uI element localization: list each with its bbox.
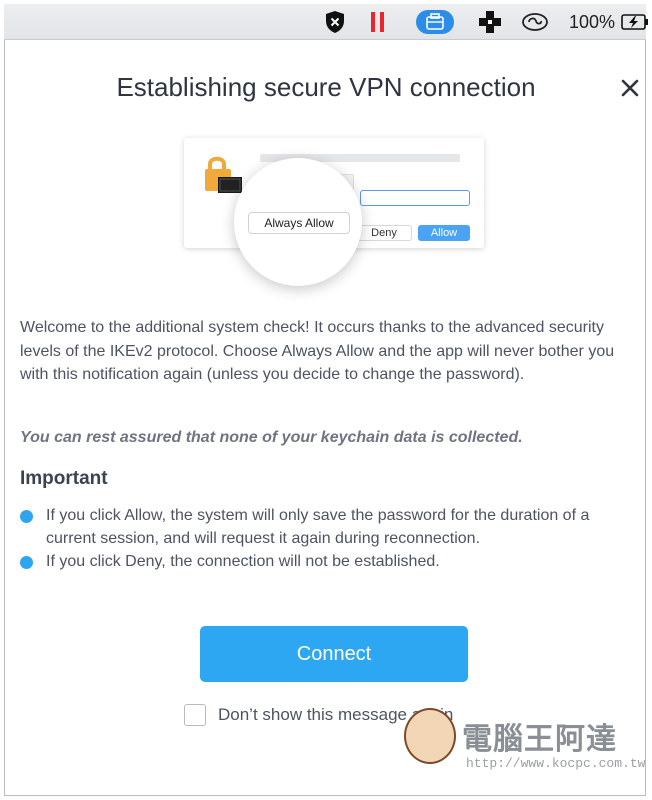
list-item: If you click Allow, the system will only… xyxy=(20,504,620,550)
bullet-text: If you click Allow, the system will only… xyxy=(46,507,590,547)
important-list: If you click Allow, the system will only… xyxy=(20,504,620,573)
site-watermark: 電腦王阿達 http://www.kocpc.com.tw xyxy=(404,706,646,776)
shield-icon[interactable] xyxy=(318,4,352,40)
illustration-allow-button: Allow xyxy=(418,225,470,241)
illustration-always-allow-button: Always Allow xyxy=(248,212,350,234)
assurance-text: You can rest assured that none of your k… xyxy=(20,429,523,446)
cloud-sync-icon[interactable] xyxy=(518,4,552,40)
close-icon[interactable] xyxy=(612,70,648,106)
illustration-deny-button: Deny xyxy=(356,225,412,241)
watermark-url: http://www.kocpc.com.tw xyxy=(466,756,646,771)
watermark-text: 電腦王阿達 xyxy=(462,722,617,757)
plus-cross-icon[interactable] xyxy=(472,4,508,40)
bullet-dot xyxy=(20,510,33,523)
pause-icon[interactable] xyxy=(364,4,392,40)
intro-paragraph: Welcome to the additional system check! … xyxy=(20,319,615,383)
dialog-title: Establishing secure VPN connection xyxy=(116,72,536,102)
menu-bar: 100% xyxy=(4,4,648,40)
watermark-mascot xyxy=(404,708,456,764)
illustration-password-field xyxy=(360,190,470,206)
connect-button[interactable]: Connect xyxy=(200,626,468,682)
bullet-dot xyxy=(20,556,33,569)
important-heading: Important xyxy=(20,468,108,489)
battery-charging-icon[interactable] xyxy=(620,4,650,40)
list-item: If you click Deny, the connection will n… xyxy=(20,550,620,573)
dont-show-checkbox[interactable] xyxy=(184,704,206,726)
battery-percentage: 100% xyxy=(568,11,616,32)
briefcase-icon[interactable] xyxy=(414,4,456,40)
bullet-text: If you click Deny, the connection will n… xyxy=(46,553,440,570)
